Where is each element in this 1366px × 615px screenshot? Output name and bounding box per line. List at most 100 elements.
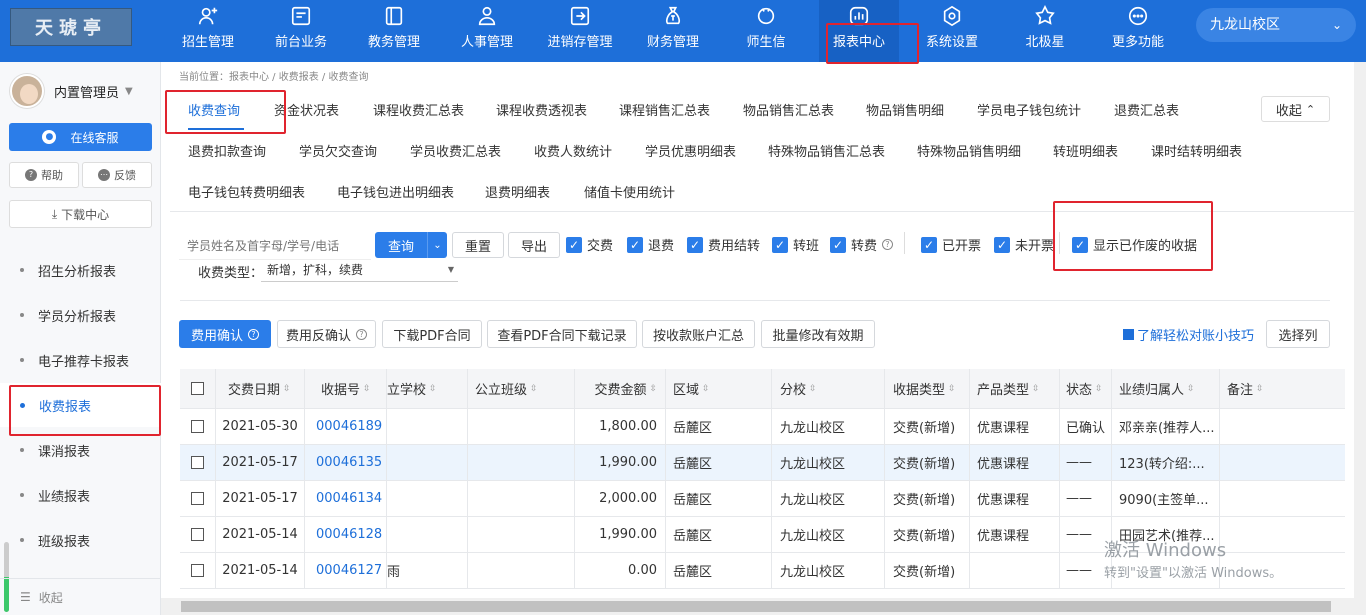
choose-columns-button[interactable]: 选择列 bbox=[1266, 320, 1330, 348]
col-amount[interactable]: 交费金额 ⇳ bbox=[575, 369, 666, 408]
tab-course-sales-summary[interactable]: 课程销售汇总表 bbox=[619, 100, 710, 119]
nav-more[interactable]: 更多功能 bbox=[1098, 0, 1178, 62]
check-show-voided[interactable]: ✓ 显示已作废的收据 bbox=[1072, 235, 1197, 254]
tab-student-fee-summary[interactable]: 学员收费汇总表 bbox=[410, 141, 501, 160]
check-invoiced[interactable]: ✓ 已开票 bbox=[921, 235, 981, 254]
receipt-link[interactable]: 00046189 bbox=[305, 409, 387, 444]
row-checkbox[interactable] bbox=[180, 445, 216, 480]
reset-button[interactable]: 重置 bbox=[452, 232, 504, 258]
nav-reports[interactable]: 报表中心 bbox=[819, 0, 899, 62]
tab-refund-summary[interactable]: 退费汇总表 bbox=[1114, 100, 1179, 119]
horizontal-scrollbar[interactable] bbox=[161, 598, 1354, 615]
tab-stored-card-usage[interactable]: 储值卡使用统计 bbox=[584, 182, 675, 201]
check-refund[interactable]: ✓ 退费 bbox=[627, 235, 674, 254]
col-date[interactable]: 交费日期 ⇳ bbox=[216, 369, 305, 408]
tab-discount-detail[interactable]: 学员优惠明细表 bbox=[645, 141, 736, 160]
check-fee-carryover[interactable]: ✓ 费用结转 bbox=[687, 235, 760, 254]
tab-student-wallet-stats[interactable]: 学员电子钱包统计 bbox=[977, 100, 1081, 119]
tab-wallet-transfer-detail[interactable]: 电子钱包转费明细表 bbox=[188, 182, 305, 201]
tab-course-fee-pivot[interactable]: 课程收费透视表 bbox=[496, 100, 587, 119]
check-not-invoiced[interactable]: ✓ 未开票 bbox=[994, 235, 1054, 254]
sidebar-item-enrollment-report[interactable]: 招生分析报表 bbox=[0, 248, 161, 292]
fee-type-select[interactable]: 新增，扩科，续费 ▼ bbox=[261, 258, 458, 282]
receipt-link[interactable]: 00046134 bbox=[305, 481, 387, 516]
export-button[interactable]: 导出 bbox=[508, 232, 560, 258]
tab-fee-query[interactable]: 收费查询 bbox=[188, 100, 240, 119]
col-owner[interactable]: 业绩归属人 ⇳ bbox=[1112, 369, 1220, 408]
receipt-link[interactable]: 00046128 bbox=[305, 517, 387, 552]
nav-messages[interactable]: 师生信 bbox=[726, 0, 806, 62]
tab-class-transfer-detail[interactable]: 转班明细表 bbox=[1053, 141, 1118, 160]
col-area[interactable]: 区域 ⇳ bbox=[666, 369, 772, 408]
sidebar-collapse-button[interactable]: ☰ 收起 bbox=[0, 578, 161, 615]
batch-edit-validity-button[interactable]: 批量修改有效期 bbox=[761, 320, 875, 348]
row-checkbox[interactable] bbox=[180, 409, 216, 444]
pdf-download-records-button[interactable]: 查看PDF合同下载记录 bbox=[487, 320, 637, 348]
col-branch[interactable]: 分校 ⇳ bbox=[772, 369, 885, 408]
tab-special-goods-detail[interactable]: 特殊物品销售明细 bbox=[917, 141, 1021, 160]
reconcile-tips-link[interactable]: 了解轻松对账小技巧 bbox=[1123, 325, 1254, 344]
tab-special-goods-summary[interactable]: 特殊物品销售汇总表 bbox=[768, 141, 885, 160]
row-checkbox[interactable] bbox=[180, 481, 216, 516]
nav-frontdesk[interactable]: 前台业务 bbox=[261, 0, 341, 62]
search-input[interactable] bbox=[179, 232, 371, 260]
sidebar-item-referral-report[interactable]: 电子推荐卡报表 bbox=[0, 338, 161, 382]
col-note[interactable]: 备注 ⇳ bbox=[1220, 369, 1345, 408]
nav-hr[interactable]: 人事管理 bbox=[447, 0, 527, 62]
col-school[interactable]: 立学校 ⇳ bbox=[387, 369, 468, 408]
vertical-scrollbar[interactable] bbox=[1354, 62, 1366, 615]
help-button[interactable]: ? 帮助 bbox=[9, 162, 79, 188]
check-class-transfer[interactable]: ✓ 转班 bbox=[772, 235, 819, 254]
tab-goods-sales-detail[interactable]: 物品销售明细 bbox=[866, 100, 944, 119]
fee-unconfirm-button[interactable]: 费用反确认? bbox=[277, 320, 376, 348]
table-row[interactable]: 2021-05-17 00046135 1,990.00 岳麓区 九龙山校区 交… bbox=[180, 445, 1345, 481]
check-fee-transfer[interactable]: ✓ 转费? bbox=[830, 235, 894, 254]
col-receipt-type[interactable]: 收据类型 ⇳ bbox=[885, 369, 970, 408]
collapse-tabs-button[interactable]: 收起 ⌃ bbox=[1261, 96, 1330, 122]
query-dropdown-icon[interactable]: ⌄ bbox=[427, 232, 447, 258]
col-public-class[interactable]: 公立班级 ⇳ bbox=[468, 369, 575, 408]
fee-confirm-button[interactable]: 费用确认? bbox=[179, 320, 271, 348]
tab-course-fee-summary[interactable]: 课程收费汇总表 bbox=[373, 100, 464, 119]
nav-academic[interactable]: 教务管理 bbox=[354, 0, 434, 62]
receipt-link[interactable]: 00046135 bbox=[305, 445, 387, 480]
nav-enrollment[interactable]: 招生管理 bbox=[168, 0, 248, 62]
tab-refund-detail[interactable]: 退费明细表 bbox=[485, 182, 550, 201]
campus-select[interactable]: 九龙山校区 ⌄ bbox=[1196, 8, 1356, 42]
col-product-type[interactable]: 产品类型 ⇳ bbox=[970, 369, 1060, 408]
query-button[interactable]: 查询 bbox=[375, 232, 427, 258]
tab-goods-sales-summary[interactable]: 物品销售汇总表 bbox=[743, 100, 834, 119]
tab-fee-headcount[interactable]: 收费人数统计 bbox=[534, 141, 612, 160]
logo[interactable]: 天琥亭 bbox=[10, 8, 132, 46]
table-row[interactable]: 2021-05-30 00046189 1,800.00 岳麓区 九龙山校区 交… bbox=[180, 409, 1345, 445]
nav-finance[interactable]: 财务管理 bbox=[633, 0, 713, 62]
nav-polaris[interactable]: 北极星 bbox=[1005, 0, 1085, 62]
online-service-button[interactable]: ● 在线客服 bbox=[9, 123, 152, 151]
feedback-button[interactable]: ⋯ 反馈 bbox=[82, 162, 152, 188]
tab-fund-status[interactable]: 资金状况表 bbox=[274, 100, 339, 119]
row-checkbox[interactable] bbox=[180, 517, 216, 552]
sidebar-item-lesson-report[interactable]: 课消报表 bbox=[0, 428, 161, 472]
tab-arrears-query[interactable]: 学员欠交查询 bbox=[299, 141, 377, 160]
tab-lesson-carryover-detail[interactable]: 课时结转明细表 bbox=[1151, 141, 1242, 160]
col-status[interactable]: 状态 ⇳ bbox=[1060, 369, 1112, 408]
user-menu[interactable]: 内置管理员 ▼ bbox=[10, 74, 133, 108]
scroll-thumb[interactable] bbox=[181, 601, 1331, 612]
receipt-link[interactable]: 00046127 bbox=[305, 553, 387, 588]
tab-refund-deduction[interactable]: 退费扣款查询 bbox=[188, 141, 266, 160]
select-all-checkbox[interactable] bbox=[180, 369, 216, 408]
nav-settings[interactable]: 系统设置 bbox=[912, 0, 992, 62]
sidebar-item-student-report[interactable]: 学员分析报表 bbox=[0, 293, 161, 337]
tab-wallet-io-detail[interactable]: 电子钱包进出明细表 bbox=[337, 182, 454, 201]
sidebar-item-fee-report[interactable]: 收费报表 bbox=[0, 383, 161, 427]
check-payment[interactable]: ✓ 交费 bbox=[566, 235, 613, 254]
nav-inventory[interactable]: 进销存管理 bbox=[540, 0, 620, 62]
download-pdf-contract-button[interactable]: 下载PDF合同 bbox=[382, 320, 482, 348]
col-receipt-no[interactable]: 收据号 ⇳ bbox=[305, 369, 387, 408]
sidebar-item-performance-report[interactable]: 业绩报表 bbox=[0, 473, 161, 517]
table-row[interactable]: 2021-05-17 00046134 2,000.00 岳麓区 九龙山校区 交… bbox=[180, 481, 1345, 517]
row-checkbox[interactable] bbox=[180, 553, 216, 588]
summary-by-account-button[interactable]: 按收款账户汇总 bbox=[642, 320, 755, 348]
sidebar-item-class-report[interactable]: 班级报表 bbox=[0, 518, 161, 562]
download-center-button[interactable]: ⤓ 下载中心 bbox=[9, 200, 152, 228]
